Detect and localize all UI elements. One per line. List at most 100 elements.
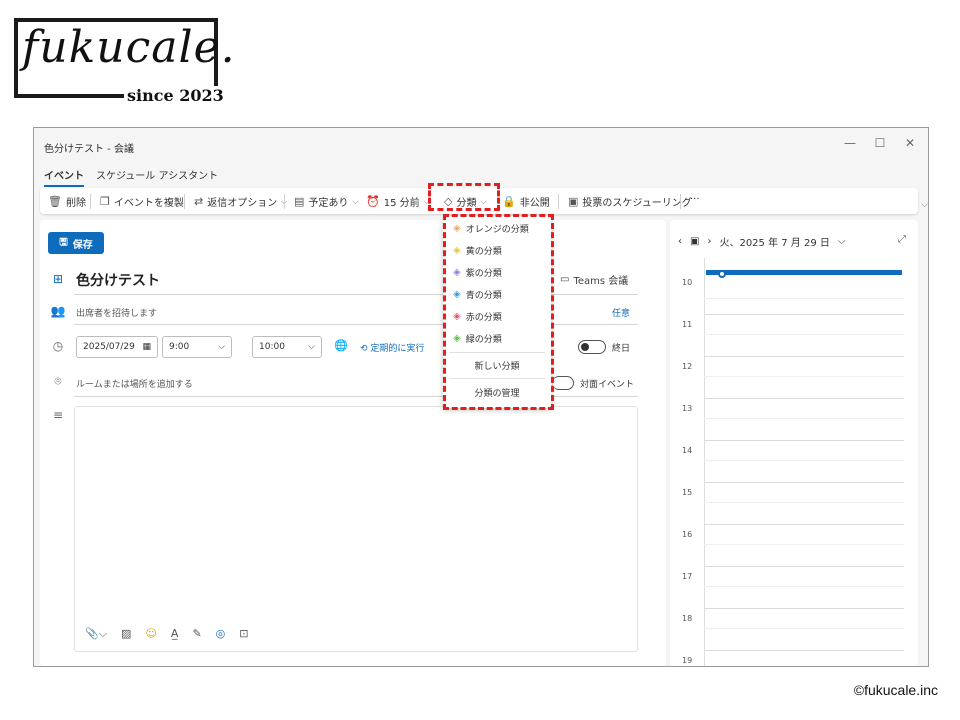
chevron-left-icon[interactable]: ‹ <box>678 236 682 247</box>
image-icon[interactable]: ▨ <box>121 627 131 641</box>
trash-icon: 🗑 <box>48 195 62 208</box>
notes-icon: ≡ <box>52 408 64 422</box>
hour-line <box>704 482 904 483</box>
window-title: 色分けテスト - 会議 <box>44 144 134 155</box>
all-day-switch[interactable] <box>578 340 606 354</box>
response-options-button[interactable]: ⇄ 返信オプション ⌵ <box>194 194 287 209</box>
chevron-down-icon: ⌵ <box>308 342 315 352</box>
optional-attendees-link[interactable]: 任意 <box>612 306 630 319</box>
half-hour-line <box>704 376 904 377</box>
logo-since-text: since 2023 <box>124 86 227 105</box>
reply-options-icon: ⇄ <box>194 195 204 208</box>
calendar-date-label[interactable]: 火、2025 年 7 月 29 日 <box>719 234 829 249</box>
half-hour-line <box>704 418 904 419</box>
ribbon-divider <box>680 194 681 209</box>
in-person-switch[interactable] <box>552 376 574 390</box>
insert-apps-icon[interactable]: ⊡ <box>239 627 248 641</box>
end-time-dropdown[interactable]: 10:00 ⌵ <box>252 336 322 358</box>
hour-label: 12 <box>682 362 693 371</box>
category-menu-highlight-box <box>443 214 554 410</box>
delete-button[interactable]: 🗑 削除 <box>48 194 86 209</box>
hour-label: 14 <box>682 446 693 455</box>
day-calendar-pane: ‹ ▣ › 火、2025 年 7 月 29 日 ⌵ ⤢ 10 11 12 13 … <box>670 220 918 666</box>
hour-line <box>704 524 904 525</box>
event-form-pane: 🖫 保存 ⊞ 色分けテスト ▭ Teams 会議 👥 出席者を招待します 任意 … <box>40 220 666 666</box>
chevron-down-icon: ⌵ <box>218 342 225 352</box>
emoji-icon[interactable]: ☺ <box>145 627 156 641</box>
time-zone-globe-icon[interactable]: 🌐 <box>334 339 348 352</box>
location-pin-icon: ⌾ <box>54 374 62 388</box>
hour-line <box>704 650 904 651</box>
time-gutter-line <box>704 258 705 666</box>
subject-field[interactable]: 色分けテスト <box>76 270 160 290</box>
hour-line <box>704 314 904 315</box>
more-options-button[interactable]: ··· <box>690 194 700 205</box>
save-button[interactable]: 🖫 保存 <box>48 232 104 254</box>
hour-label: 15 <box>682 488 693 497</box>
today-icon[interactable]: ▣ <box>690 236 699 247</box>
attach-icon[interactable]: 📎⌵ <box>85 627 107 641</box>
minimize-button[interactable]: — <box>840 136 860 150</box>
copy-icon: ❐ <box>100 195 110 208</box>
hour-label: 16 <box>682 530 693 539</box>
loop-icon[interactable]: ◎ <box>216 627 226 641</box>
private-button[interactable]: 🔒 非公開 <box>502 194 550 209</box>
logo-script-text: fukucale. <box>22 22 236 73</box>
attendees-icon: 👥 <box>50 304 66 318</box>
save-icon: 🖫 <box>59 236 68 248</box>
half-hour-line <box>704 334 904 335</box>
recurrence-button[interactable]: ⟲ 定期的に実行 <box>360 341 424 354</box>
half-hour-line <box>704 502 904 503</box>
video-camera-icon: ▭ <box>560 274 570 285</box>
category-grid-icon: ⊞ <box>52 272 64 286</box>
chevron-right-icon[interactable]: › <box>707 236 711 247</box>
hour-label: 13 <box>682 404 693 413</box>
calendar-busy-icon: ▤ <box>294 195 305 208</box>
title-bar: 色分けテスト - 会議 — ☐ ✕ <box>34 128 928 162</box>
half-hour-line <box>704 586 904 587</box>
lock-icon: 🔒 <box>502 195 516 208</box>
hour-label: 18 <box>682 614 693 623</box>
teams-meeting-toggle[interactable]: ▭ Teams 会議 <box>560 272 628 287</box>
current-event-bar[interactable] <box>706 270 902 275</box>
ribbon-divider <box>184 194 185 209</box>
format-text-icon[interactable]: A̲ <box>171 627 179 641</box>
ribbon-divider <box>90 194 91 209</box>
hour-line <box>704 566 904 567</box>
attendees-input[interactable]: 出席者を招待します <box>76 306 157 319</box>
reminder-dropdown[interactable]: ⏰ 15 分前 ⌵ <box>366 194 430 209</box>
half-hour-line <box>704 544 904 545</box>
calendar-icon: ▦ <box>142 342 151 352</box>
hour-label: 11 <box>682 320 693 329</box>
poll-icon: ▣ <box>568 195 579 208</box>
hour-line <box>704 440 904 441</box>
half-hour-line <box>704 298 904 299</box>
all-day-toggle[interactable]: 終日 <box>578 340 630 354</box>
ribbon-expand-icon[interactable]: ⌵ <box>921 200 928 210</box>
ribbon-divider <box>558 194 559 209</box>
close-button[interactable]: ✕ <box>900 136 920 150</box>
calendar-grid: 10 11 12 13 14 15 16 17 18 19 <box>670 258 918 666</box>
calendar-header: ‹ ▣ › 火、2025 年 7 月 29 日 ⌵ <box>678 234 845 249</box>
clock-icon: ◷ <box>52 339 64 353</box>
scheduling-poll-button[interactable]: ▣ 投票のスケジューリング <box>568 194 692 209</box>
show-as-dropdown[interactable]: ▤ 予定あり ⌵ <box>294 194 358 209</box>
half-hour-line <box>704 628 904 629</box>
hour-line <box>704 356 904 357</box>
hour-label: 17 <box>682 572 693 581</box>
expand-icon[interactable]: ⤢ <box>898 234 906 245</box>
maximize-button[interactable]: ☐ <box>870 136 890 150</box>
hour-line <box>704 608 904 609</box>
duplicate-event-button[interactable]: ❐ イベントを複製 <box>100 194 184 209</box>
draw-icon[interactable]: ✎ <box>192 627 201 641</box>
chevron-down-icon[interactable]: ⌵ <box>838 236 846 247</box>
location-input[interactable]: ルームまたは場所を追加する <box>76 377 193 390</box>
start-date-picker[interactable]: 2025/07/29 ▦ <box>76 336 158 358</box>
tab-event[interactable]: イベント <box>44 167 84 187</box>
tab-scheduling-assistant[interactable]: スケジュール アシスタント <box>96 167 218 182</box>
start-time-dropdown[interactable]: 9:00 ⌵ <box>162 336 232 358</box>
in-person-event-toggle[interactable]: 対面イベント <box>552 376 634 390</box>
hour-line <box>704 398 904 399</box>
event-body-editor[interactable]: 📎⌵ ▨ ☺ A̲ ✎ ◎ ⊡ <box>74 406 638 652</box>
categorize-highlight-box <box>428 183 500 211</box>
